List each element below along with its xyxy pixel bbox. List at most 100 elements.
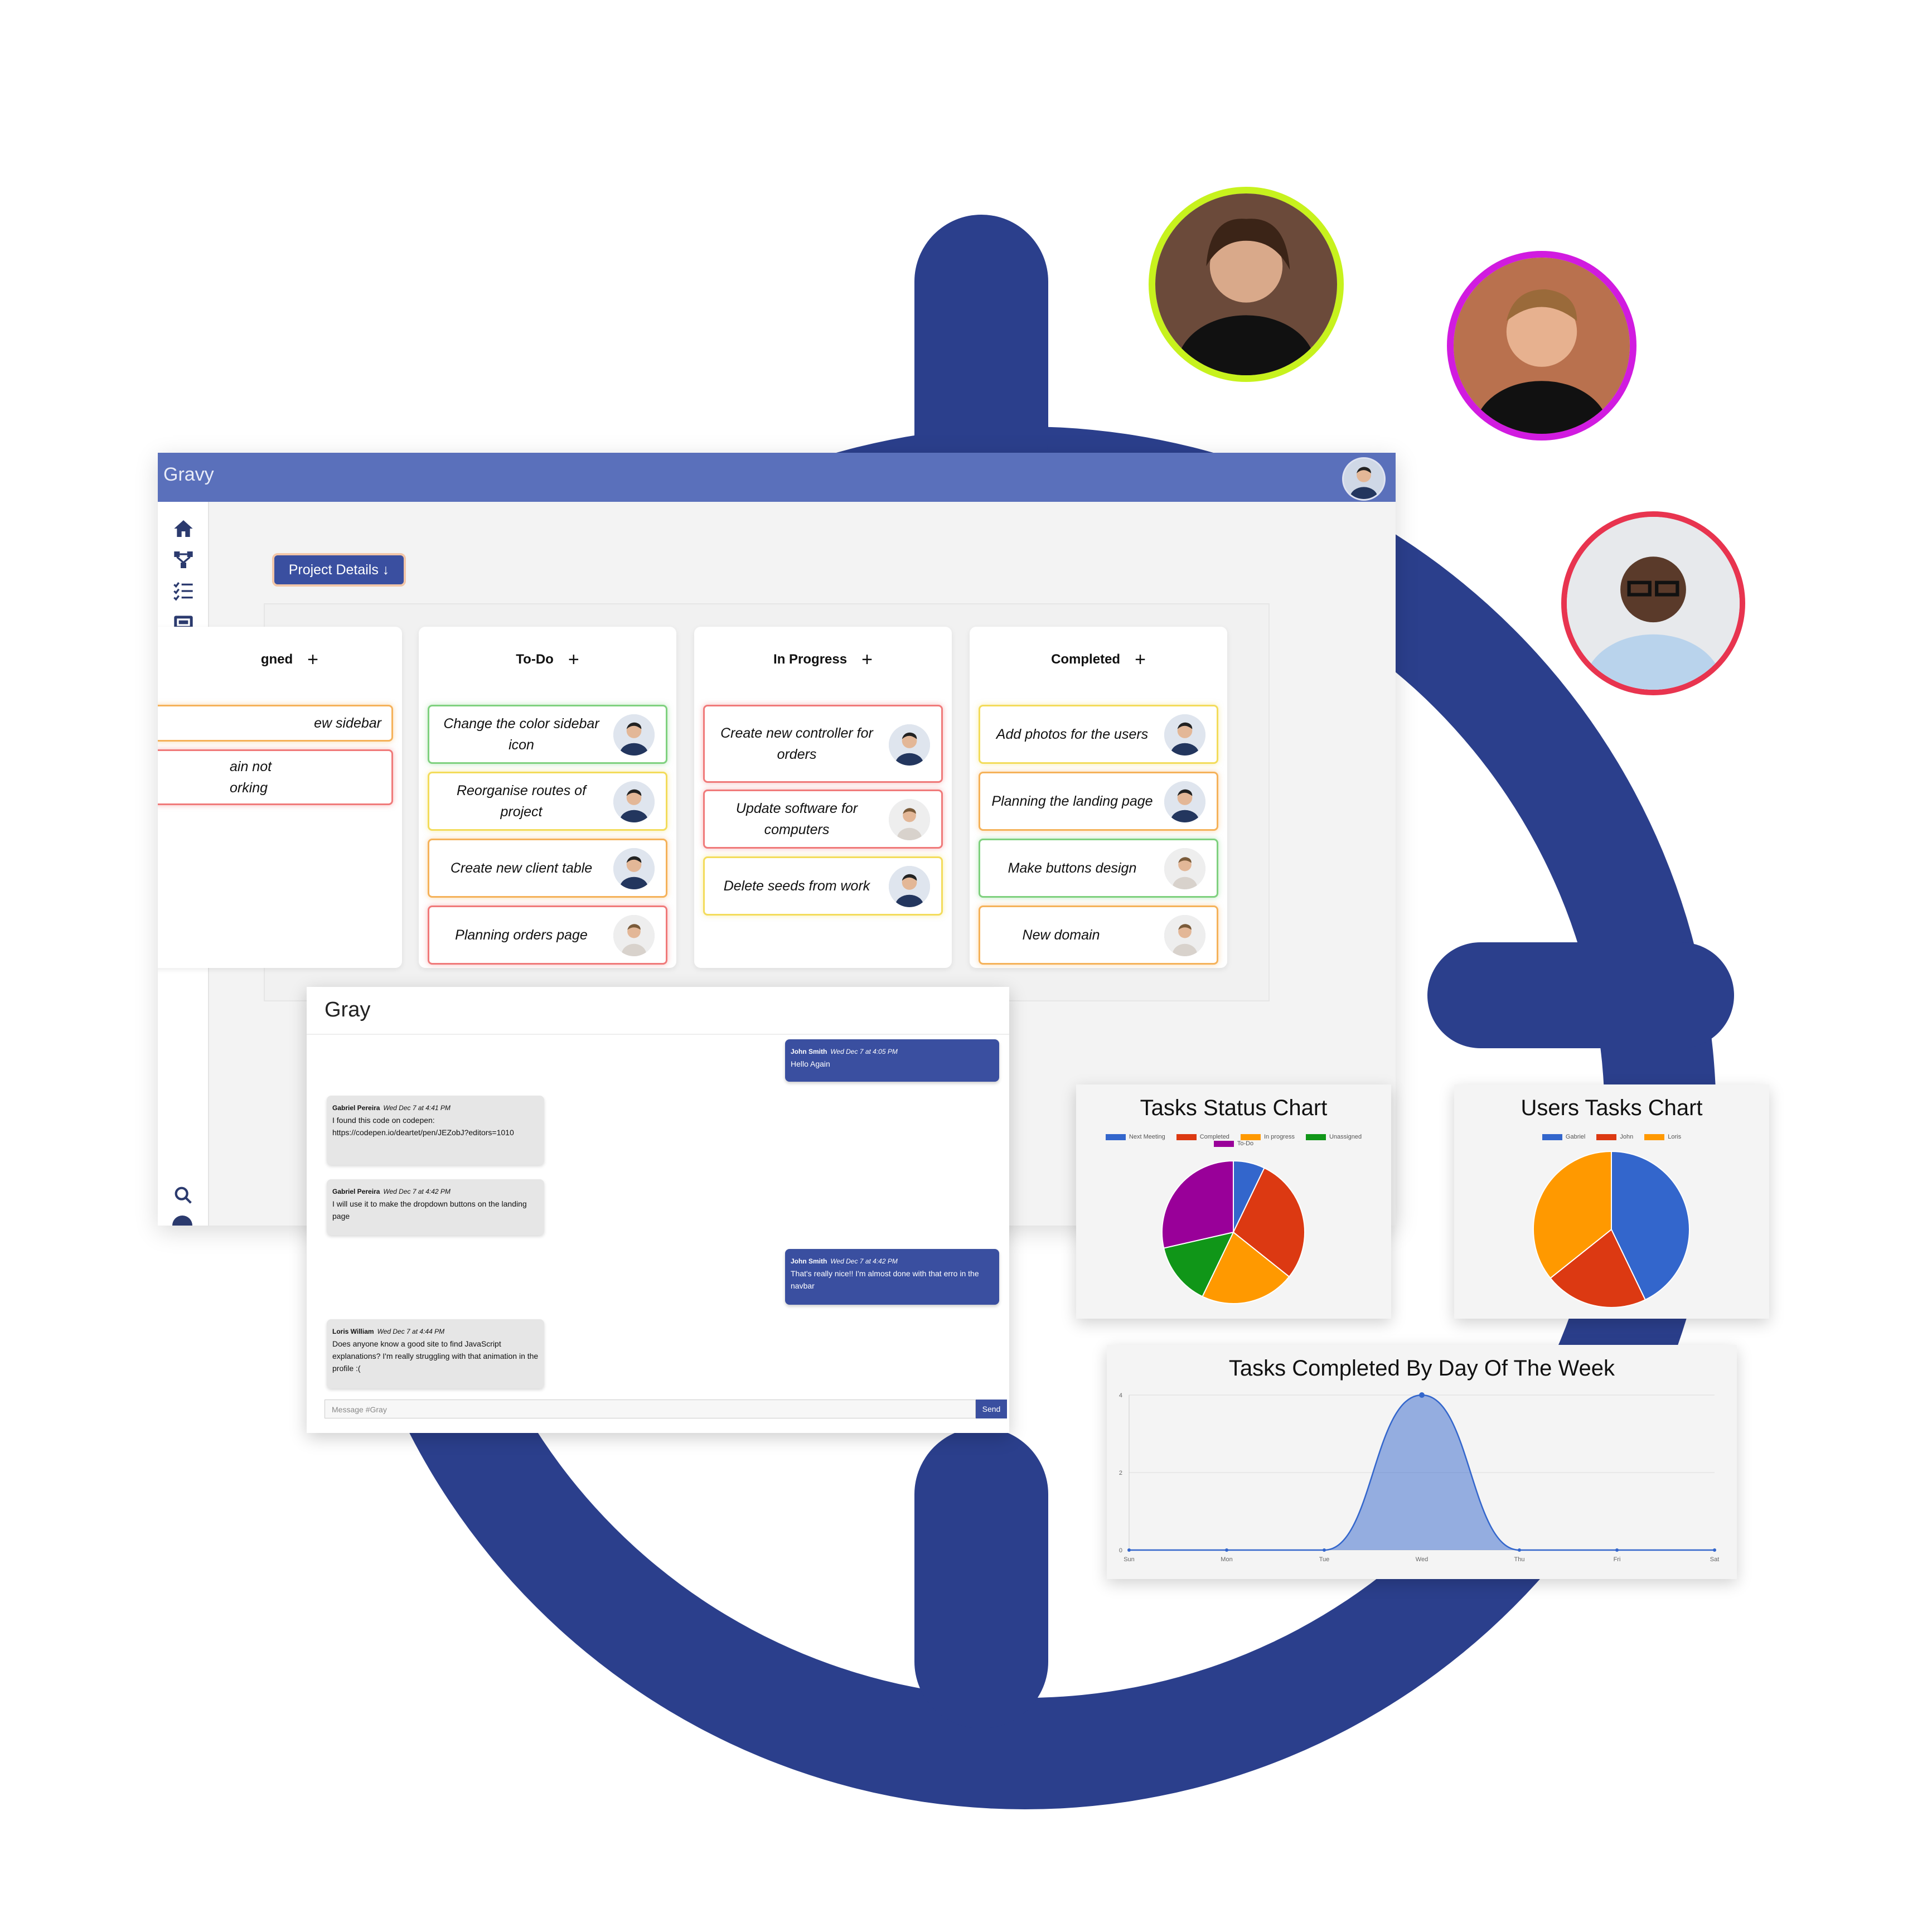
- assignee-avatar: [1164, 915, 1205, 956]
- x-tick-label: Sun: [1124, 1556, 1135, 1563]
- message-time: Wed Dec 7 at 4:05 PM: [830, 1048, 898, 1055]
- data-point[interactable]: [1323, 1548, 1326, 1552]
- column-title: Completed: [1051, 651, 1121, 667]
- legend-label: Next Meeting: [1129, 1134, 1165, 1140]
- message-input[interactable]: Message #Gray: [325, 1400, 976, 1418]
- task-text: Create new controller for orders: [720, 725, 873, 762]
- legend-swatch: [1644, 1134, 1665, 1140]
- checklist-icon[interactable]: [172, 580, 195, 602]
- add-card-button[interactable]: +: [861, 649, 873, 671]
- task-text: Update software for computers: [735, 801, 858, 837]
- pie-chart: [1533, 1150, 1690, 1308]
- column-title: gned: [260, 651, 293, 667]
- assignee-avatar: [1164, 848, 1205, 889]
- avatar-man-glasses: [1561, 511, 1745, 695]
- kanban-board: gned + ew sidebar ain not orking To-Do + C…: [158, 603, 1270, 1001]
- column-unassigned: gned + ew sidebar ain not orking: [158, 627, 402, 968]
- legend-item[interactable]: To-Do: [1213, 1140, 1254, 1147]
- chat-message: John Smith Wed Dec 7 at 4:42 PM That's re…: [785, 1249, 999, 1305]
- message-author: Loris William: [332, 1328, 374, 1335]
- task-card[interactable]: Planning the landing page: [979, 772, 1218, 831]
- chart-legend: Next Meeting Completed In progress Unassign…: [1076, 1134, 1391, 1147]
- chat-message: Gabriel Pereira Wed Dec 7 at 4:41 PM I fo…: [327, 1096, 544, 1165]
- data-point[interactable]: [1518, 1548, 1521, 1552]
- legend-item[interactable]: In progress: [1240, 1134, 1295, 1140]
- task-card[interactable]: Planning orders page: [428, 906, 667, 965]
- task-card[interactable]: Make buttons design: [979, 839, 1218, 898]
- message-text: Hello Again: [791, 1059, 830, 1068]
- task-card[interactable]: ew sidebar: [158, 705, 393, 742]
- avatar-woman: [1149, 187, 1344, 382]
- task-card[interactable]: Create new client table: [428, 839, 667, 898]
- home-icon[interactable]: [172, 517, 195, 540]
- task-card[interactable]: Update software for computers: [703, 790, 943, 849]
- legend-label: John: [1620, 1134, 1634, 1140]
- tasks-by-day-chart-panel: Tasks Completed By Day Of The Week 0 2 4 Su…: [1107, 1345, 1737, 1579]
- legend-swatch: [1176, 1134, 1197, 1140]
- add-card-button[interactable]: +: [307, 649, 318, 671]
- assignee-avatar: [613, 915, 655, 956]
- add-card-button[interactable]: +: [1135, 649, 1146, 671]
- x-tick-label: Wed: [1416, 1556, 1428, 1563]
- assignee-avatar: [889, 799, 930, 840]
- legend-label: Completed: [1199, 1134, 1229, 1140]
- data-point[interactable]: [1615, 1548, 1619, 1552]
- x-tick-label: Tue: [1319, 1556, 1330, 1563]
- assignee-avatar: [613, 781, 655, 822]
- data-point[interactable]: [1419, 1392, 1425, 1398]
- network-icon[interactable]: [172, 549, 195, 571]
- legend-item[interactable]: John: [1596, 1134, 1633, 1140]
- profile-dot[interactable]: [172, 1216, 192, 1226]
- data-point[interactable]: [1713, 1548, 1716, 1552]
- assignee-avatar: [889, 866, 930, 907]
- message-text: That's really nice!! I'm almost done wit…: [791, 1269, 979, 1290]
- legend-label: To-Do: [1237, 1140, 1254, 1147]
- column-title: In Progress: [773, 651, 848, 667]
- assignee-avatar: [613, 848, 655, 889]
- data-point[interactable]: [1127, 1548, 1131, 1552]
- legend-label: Loris: [1668, 1134, 1682, 1140]
- add-card-button[interactable]: +: [568, 649, 579, 671]
- divider: [307, 1034, 1009, 1035]
- search-icon[interactable]: [172, 1184, 195, 1207]
- task-card[interactable]: New domain: [979, 906, 1218, 965]
- project-details-button[interactable]: Project Details ↓: [272, 553, 406, 587]
- pie-chart: [1161, 1160, 1305, 1304]
- chat-channel-title: Gray: [325, 998, 371, 1021]
- y-tick-label: 4: [1119, 1392, 1122, 1399]
- users-tasks-chart-panel: Users Tasks Chart Gabriel John Loris: [1454, 1084, 1769, 1319]
- column-in-progress: In Progress + Create new controller for o…: [694, 627, 952, 968]
- send-button[interactable]: Send: [976, 1400, 1007, 1418]
- legend-item[interactable]: Gabriel: [1542, 1134, 1585, 1140]
- assignee-avatar: [889, 724, 930, 766]
- legend-item[interactable]: Next Meeting: [1105, 1134, 1165, 1140]
- legend-swatch: [1105, 1134, 1126, 1140]
- task-card[interactable]: Reorganise routes of project: [428, 772, 667, 831]
- task-text: ew sidebar: [314, 715, 381, 731]
- x-tick-label: Fri: [1614, 1556, 1621, 1563]
- task-card[interactable]: ain not orking: [158, 749, 393, 805]
- legend-item[interactable]: Loris: [1644, 1134, 1681, 1140]
- legend-label: In progress: [1263, 1134, 1295, 1140]
- task-card[interactable]: Add photos for the users: [979, 705, 1218, 764]
- chart-title: Tasks Status Chart: [1140, 1096, 1328, 1120]
- chart-legend: Gabriel John Loris: [1454, 1134, 1769, 1140]
- task-text: Make buttons design: [1008, 860, 1137, 876]
- pie-slice-to-do[interactable]: [1161, 1160, 1234, 1249]
- task-card[interactable]: Change the color sidebar icon: [428, 705, 667, 764]
- task-text: Planning orders page: [455, 927, 588, 943]
- task-card[interactable]: Delete seeds from work: [703, 856, 943, 916]
- column-todo: To-Do + Change the color sidebar icon Reo…: [419, 627, 676, 968]
- chat-message: Loris William Wed Dec 7 at 4:44 PM Does a…: [327, 1319, 544, 1388]
- app-title: Gravy: [163, 464, 214, 485]
- message-time: Wed Dec 7 at 4:42 PM: [383, 1188, 451, 1195]
- task-text: Change the color sidebar icon: [443, 716, 599, 753]
- user-avatar[interactable]: [1342, 457, 1386, 501]
- data-point[interactable]: [1225, 1548, 1228, 1552]
- legend-swatch: [1305, 1134, 1326, 1140]
- legend-item[interactable]: Completed: [1176, 1134, 1229, 1140]
- tasks-status-chart-panel: Tasks Status Chart Next Meeting Completed…: [1076, 1084, 1391, 1319]
- task-card[interactable]: Create new controller for orders: [703, 705, 943, 783]
- assignee-avatar: [1164, 714, 1205, 756]
- legend-item[interactable]: Unassigned: [1305, 1134, 1362, 1140]
